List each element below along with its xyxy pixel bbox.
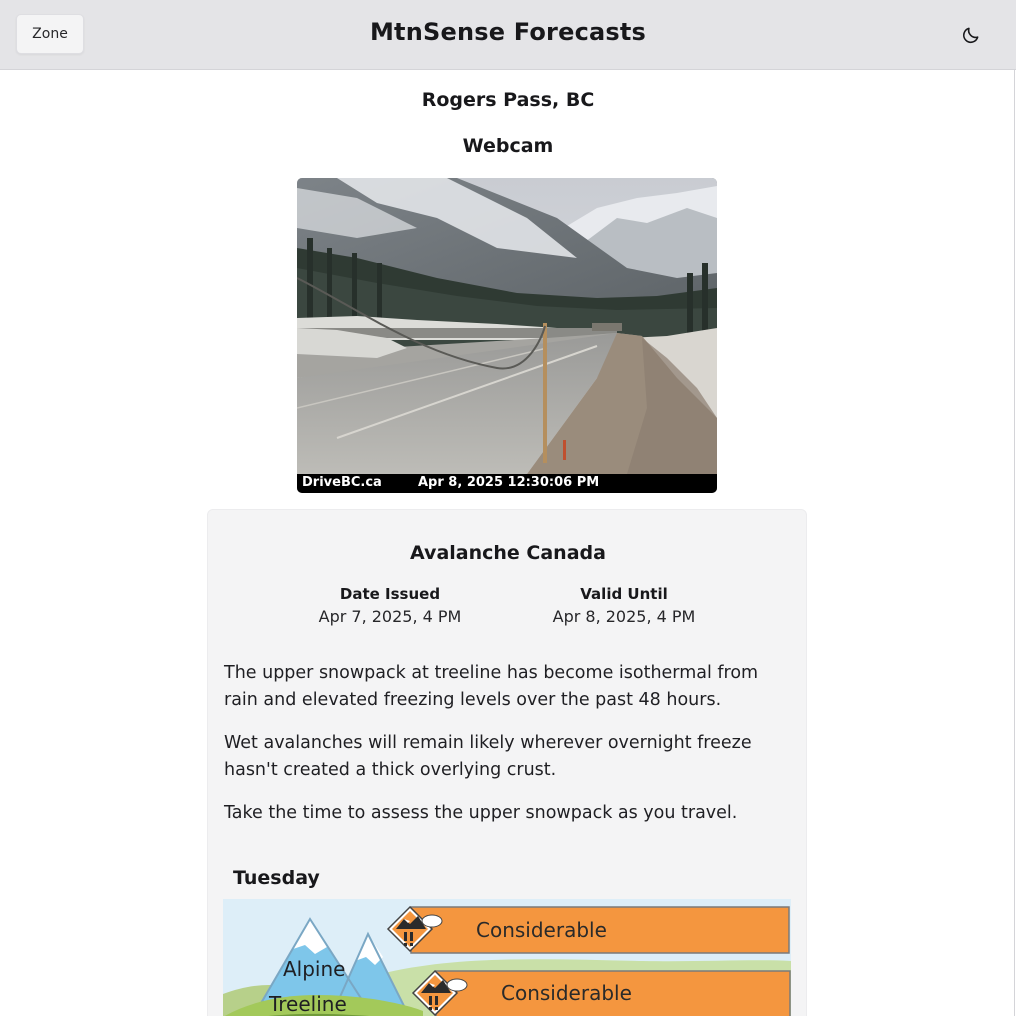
summary-paragraph: The upper snowpack at treeline has becom… bbox=[224, 663, 759, 710]
webcam-source: DriveBC.ca bbox=[302, 475, 382, 490]
alpine-danger-rating: Considerable bbox=[476, 918, 607, 942]
forecast-day-label: Tuesday bbox=[233, 867, 320, 889]
webcam-caption: DriveBC.ca Apr 8, 2025 12:30:06 PM bbox=[297, 474, 717, 493]
treeline-danger-rating: Considerable bbox=[501, 981, 632, 1005]
webcam-image[interactable]: DriveBC.ca Apr 8, 2025 12:30:06 PM bbox=[297, 178, 717, 493]
location-title: Rogers Pass, BC bbox=[421, 89, 595, 111]
forecast-card: Avalanche Canada Date Issued Apr 7, 2025… bbox=[207, 509, 807, 1016]
forecast-summary: The upper snowpack at treeline has becom… bbox=[224, 660, 796, 843]
date-issued-label: Date Issued bbox=[339, 585, 441, 603]
elevation-treeline-label: Treeline bbox=[269, 992, 347, 1016]
webcam-heading: Webcam bbox=[462, 135, 554, 157]
moon-icon bbox=[963, 27, 979, 43]
scrollbar-edge bbox=[1014, 70, 1015, 1016]
webcam-timestamp: Apr 8, 2025 12:30:06 PM bbox=[418, 475, 600, 490]
app-page: Zone MtnSense Forecasts Rogers Pass, BC … bbox=[0, 0, 1016, 1016]
danger-rating-graphic: Alpine Treeline Considerable Considerabl… bbox=[223, 899, 791, 1016]
date-issued-value: Apr 7, 2025, 4 PM bbox=[318, 607, 462, 626]
summary-paragraph: Take the time to assess the upper snowpa… bbox=[224, 803, 738, 823]
top-bar: Zone MtnSense Forecasts bbox=[0, 0, 1016, 70]
app-title: MtnSense Forecasts bbox=[369, 18, 647, 46]
valid-until: Valid Until Apr 8, 2025, 4 PM bbox=[524, 584, 724, 630]
webcam-photo bbox=[297, 178, 717, 474]
valid-until-value: Apr 8, 2025, 4 PM bbox=[552, 607, 696, 626]
theme-toggle-button[interactable] bbox=[958, 22, 984, 48]
valid-until-label: Valid Until bbox=[580, 585, 668, 603]
forecast-provider: Avalanche Canada bbox=[410, 542, 606, 564]
summary-paragraph: Wet avalanches will remain likely wherev… bbox=[224, 733, 752, 780]
date-issued: Date Issued Apr 7, 2025, 4 PM bbox=[290, 584, 490, 630]
elevation-alpine-label: Alpine bbox=[283, 957, 346, 981]
